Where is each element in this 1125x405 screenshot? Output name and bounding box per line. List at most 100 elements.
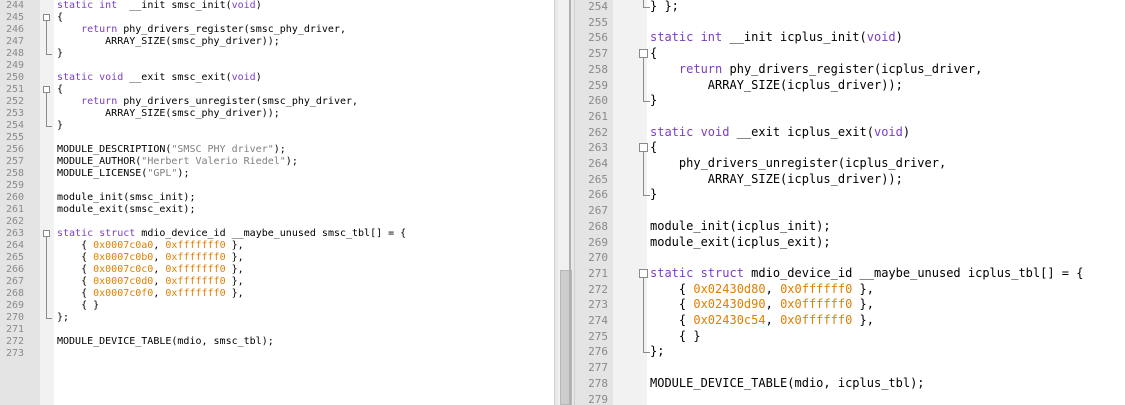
pane-splitter[interactable] bbox=[554, 0, 575, 405]
code-text[interactable]: phy_drivers_unregister(icplus_driver, bbox=[650, 156, 946, 172]
fold-toggle-icon[interactable] bbox=[43, 14, 50, 21]
code-line[interactable]: 249 bbox=[0, 60, 554, 72]
code-text[interactable]: } bbox=[57, 48, 63, 60]
code-text[interactable]: { 0x0007c0a0, 0xfffffff0 }, bbox=[57, 240, 244, 252]
code-line[interactable]: 245 { bbox=[0, 12, 554, 24]
code-line[interactable]: 271 bbox=[0, 324, 554, 336]
code-line[interactable]: 274 { 0x02430c54, 0x0ffffff0 }, bbox=[575, 313, 1125, 329]
code-line[interactable]: 246 return phy_drivers_register(smsc_phy… bbox=[0, 24, 554, 36]
code-line[interactable]: 279 bbox=[575, 392, 1125, 405]
code-line[interactable]: 248} bbox=[0, 48, 554, 60]
code-text[interactable]: ARRAY_SIZE(icplus_driver)); bbox=[650, 172, 903, 188]
code-line[interactable]: 267 { 0x0007c0d0, 0xfffffff0 }, bbox=[0, 276, 554, 288]
code-text[interactable]: { 0x02430d90, 0x0ffffff0 }, bbox=[650, 297, 874, 313]
code-line[interactable]: 258 MODULE_LICENSE("GPL"); bbox=[0, 168, 554, 180]
code-text[interactable]: }; bbox=[57, 312, 69, 324]
code-line[interactable]: 262 bbox=[0, 216, 554, 228]
code-line[interactable]: 268 module_init(icplus_init); bbox=[575, 219, 1125, 235]
code-line[interactable]: 260 module_init(smsc_init); bbox=[0, 192, 554, 204]
code-text[interactable]: { } bbox=[57, 300, 99, 312]
code-line[interactable]: 256 MODULE_DESCRIPTION("SMSC PHY driver")… bbox=[0, 144, 554, 156]
code-text[interactable]: static int __init icplus_init(void) bbox=[650, 30, 903, 46]
code-text[interactable]: { bbox=[650, 46, 657, 62]
code-line[interactable]: 272 { 0x02430d80, 0x0ffffff0 }, bbox=[575, 282, 1125, 298]
code-line[interactable]: 276}; bbox=[575, 344, 1125, 360]
code-line[interactable]: 267 bbox=[575, 203, 1125, 219]
code-line[interactable]: 254} }; bbox=[575, 0, 1125, 15]
code-line[interactable]: 271 static struct mdio_device_id __maybe_… bbox=[575, 266, 1125, 282]
code-text[interactable]: { 0x02430c54, 0x0ffffff0 }, bbox=[650, 313, 874, 329]
code-text[interactable]: MODULE_DEVICE_TABLE(mdio, smsc_tbl); bbox=[57, 336, 274, 348]
code-text[interactable]: { 0x02430d80, 0x0ffffff0 }, bbox=[650, 282, 874, 298]
code-line[interactable]: 263 { bbox=[575, 140, 1125, 156]
code-text[interactable]: return phy_drivers_register(icplus_drive… bbox=[650, 62, 982, 78]
code-line[interactable]: 264 { 0x0007c0a0, 0xfffffff0 }, bbox=[0, 240, 554, 252]
code-line[interactable]: 275 { } bbox=[575, 329, 1125, 345]
code-line[interactable]: 257 { bbox=[575, 46, 1125, 62]
code-line[interactable]: 270 bbox=[575, 250, 1125, 266]
code-text[interactable]: } }; bbox=[650, 0, 679, 15]
code-text[interactable]: { } bbox=[650, 329, 701, 345]
code-line[interactable]: 247 ARRAY_SIZE(smsc_phy_driver)); bbox=[0, 36, 554, 48]
code-line[interactable]: 266} bbox=[575, 187, 1125, 203]
code-line[interactable]: 262 static void __exit icplus_exit(void) bbox=[575, 125, 1125, 141]
fold-toggle-icon[interactable] bbox=[43, 86, 50, 93]
code-line[interactable]: 244 static int __init smsc_init(void) bbox=[0, 0, 554, 12]
fold-toggle-icon[interactable] bbox=[639, 143, 648, 153]
code-line[interactable]: 261 module_exit(smsc_exit); bbox=[0, 204, 554, 216]
code-text[interactable]: MODULE_AUTHOR("Herbert Valerio Riedel"); bbox=[57, 156, 298, 168]
code-line[interactable]: 254} bbox=[0, 120, 554, 132]
code-line[interactable]: 270}; bbox=[0, 312, 554, 324]
code-line[interactable]: 252 return phy_drivers_unregister(smsc_p… bbox=[0, 96, 554, 108]
code-line[interactable]: 268 { 0x0007c0f0, 0xfffffff0 }, bbox=[0, 288, 554, 300]
code-text[interactable]: { 0x0007c0c0, 0xfffffff0 }, bbox=[57, 264, 244, 276]
code-text[interactable]: MODULE_DESCRIPTION("SMSC PHY driver"); bbox=[57, 144, 286, 156]
code-text[interactable]: static struct mdio_device_id __maybe_unu… bbox=[650, 266, 1083, 282]
code-line[interactable]: 265 ARRAY_SIZE(icplus_driver)); bbox=[575, 172, 1125, 188]
code-text[interactable]: static void __exit smsc_exit(void) bbox=[57, 72, 262, 84]
fold-toggle-icon[interactable] bbox=[639, 268, 648, 278]
code-text[interactable]: module_exit(smsc_exit); bbox=[57, 204, 195, 216]
code-line[interactable]: 251 { bbox=[0, 84, 554, 96]
code-line[interactable]: 272 MODULE_DEVICE_TABLE(mdio, smsc_tbl); bbox=[0, 336, 554, 348]
code-text[interactable]: module_init(smsc_init); bbox=[57, 192, 195, 204]
code-text[interactable]: MODULE_DEVICE_TABLE(mdio, icplus_tbl); bbox=[650, 376, 925, 392]
code-text[interactable]: ARRAY_SIZE(icplus_driver)); bbox=[650, 78, 903, 94]
code-text[interactable]: static struct mdio_device_id __maybe_unu… bbox=[57, 228, 406, 240]
code-text[interactable]: { bbox=[57, 84, 63, 96]
code-text[interactable]: return phy_drivers_register(smsc_phy_dri… bbox=[57, 24, 346, 36]
code-text[interactable]: module_init(icplus_init); bbox=[650, 219, 831, 235]
code-line[interactable]: 278 MODULE_DEVICE_TABLE(mdio, icplus_tbl)… bbox=[575, 376, 1125, 392]
left-editor-pane[interactable]: 244 static int __init smsc_init(void) 245 {… bbox=[0, 0, 554, 405]
code-text[interactable]: ARRAY_SIZE(smsc_phy_driver)); bbox=[57, 108, 280, 120]
code-text[interactable]: { 0x0007c0d0, 0xfffffff0 }, bbox=[57, 276, 244, 288]
code-text[interactable]: } bbox=[57, 120, 63, 132]
code-line[interactable]: 269 module_exit(icplus_exit); bbox=[575, 235, 1125, 251]
code-line[interactable]: 258 return phy_drivers_register(icplus_d… bbox=[575, 62, 1125, 78]
code-line[interactable]: 257 MODULE_AUTHOR("Herbert Valerio Riedel… bbox=[0, 156, 554, 168]
code-line[interactable]: 273 { 0x02430d90, 0x0ffffff0 }, bbox=[575, 297, 1125, 313]
code-line[interactable]: 253 ARRAY_SIZE(smsc_phy_driver)); bbox=[0, 108, 554, 120]
code-line[interactable]: 255 bbox=[575, 15, 1125, 31]
code-line[interactable]: 269 { } bbox=[0, 300, 554, 312]
code-text[interactable]: return phy_drivers_unregister(smsc_phy_d… bbox=[57, 96, 358, 108]
code-text[interactable]: { 0x0007c0b0, 0xfffffff0 }, bbox=[57, 252, 244, 264]
code-text[interactable]: ARRAY_SIZE(smsc_phy_driver)); bbox=[57, 36, 280, 48]
code-line[interactable]: 277 bbox=[575, 360, 1125, 376]
code-line[interactable]: 255 bbox=[0, 132, 554, 144]
code-line[interactable]: 264 phy_drivers_unregister(icplus_driver… bbox=[575, 156, 1125, 172]
code-text[interactable]: static void __exit icplus_exit(void) bbox=[650, 125, 910, 141]
code-line[interactable]: 261 bbox=[575, 109, 1125, 125]
fold-toggle-icon[interactable] bbox=[43, 230, 50, 237]
code-line[interactable]: 266 { 0x0007c0c0, 0xfffffff0 }, bbox=[0, 264, 554, 276]
code-text[interactable]: MODULE_LICENSE("GPL"); bbox=[57, 168, 189, 180]
code-text[interactable]: module_exit(icplus_exit); bbox=[650, 235, 831, 251]
code-line[interactable]: 250 static void __exit smsc_exit(void) bbox=[0, 72, 554, 84]
code-text[interactable]: }; bbox=[650, 344, 664, 360]
code-text[interactable]: { 0x0007c0f0, 0xfffffff0 }, bbox=[57, 288, 244, 300]
code-line[interactable]: 259 ARRAY_SIZE(icplus_driver)); bbox=[575, 78, 1125, 94]
right-editor-pane[interactable]: 254} }; 255 256 static int __init icplus_in… bbox=[575, 0, 1125, 405]
code-line[interactable]: 256 static int __init icplus_init(void) bbox=[575, 30, 1125, 46]
code-line[interactable]: 263 static struct mdio_device_id __maybe_… bbox=[0, 228, 554, 240]
code-text[interactable]: } bbox=[650, 187, 657, 203]
